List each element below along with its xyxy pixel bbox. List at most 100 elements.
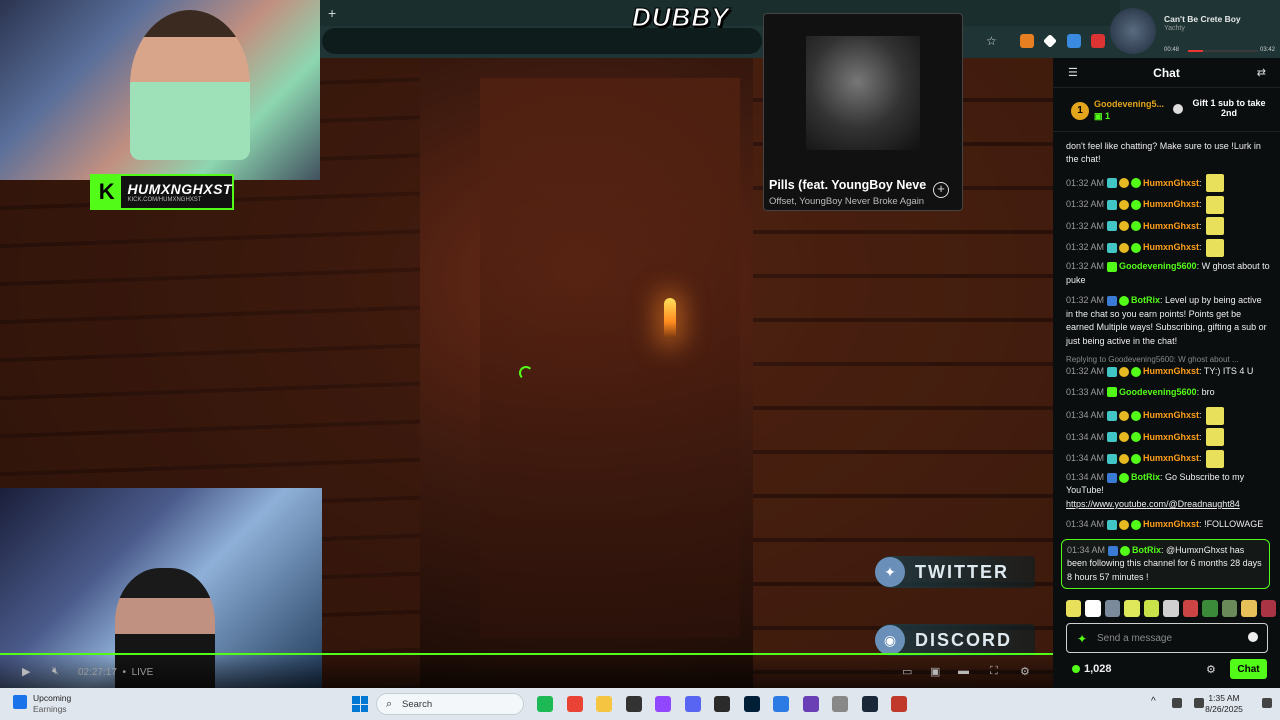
live-progress-bar[interactable] [0, 653, 1053, 655]
chat-message[interactable]: 01:32 AM HumxnGhxst: [1066, 195, 1270, 214]
message-link[interactable]: https://www.youtube.com/@Dreadnaught84 [1066, 499, 1240, 509]
quick-emote-icon[interactable] [1241, 600, 1257, 617]
message-username[interactable]: Goodevening5600 [1119, 261, 1197, 271]
gifter-badge-icon[interactable] [1107, 261, 1118, 272]
bookmark-star-icon[interactable]: ☆ [986, 34, 997, 48]
chat-message[interactable]: 01:34 AM HumxnGhxst: [1066, 449, 1270, 468]
verified-badge-icon[interactable] [1131, 453, 1142, 464]
mini-player-progress[interactable] [1188, 50, 1258, 52]
message-username[interactable]: Goodevening5600 [1119, 387, 1197, 397]
microphone-icon[interactable] [1172, 698, 1182, 708]
message-username[interactable]: HumxnGhxst [1143, 242, 1199, 252]
chat-message[interactable]: 01:32 AM Goodevening5600: W ghost about t… [1066, 260, 1270, 287]
chrome-app-icon[interactable] [566, 696, 583, 712]
founder-badge-icon[interactable] [1119, 366, 1130, 377]
subscriber-badge-icon[interactable] [1107, 432, 1118, 443]
reply-reference[interactable]: Replying to Goodevening5600: W ghost abo… [1066, 355, 1270, 364]
founder-badge-icon[interactable] [1119, 221, 1130, 232]
bot-badge-icon[interactable] [1107, 472, 1118, 483]
editor-app-icon[interactable] [773, 696, 789, 712]
chat-message[interactable]: 01:32 AM HumxnGhxst: TY:) ITS 4 U [1066, 365, 1270, 379]
chat-settings-icon[interactable]: ⚙ [1206, 663, 1216, 676]
quick-emote-icon[interactable] [1202, 600, 1218, 617]
play-icon[interactable]: ▶ [22, 665, 30, 678]
photoshop-app-icon[interactable] [743, 696, 760, 712]
message-username[interactable]: BotRix [1132, 545, 1161, 555]
message-username[interactable]: HumxnGhxst [1143, 199, 1199, 209]
quick-emote-icon[interactable] [1260, 600, 1276, 617]
founder-badge-icon[interactable] [1119, 199, 1130, 210]
message-username[interactable]: HumxnGhxst [1143, 221, 1199, 231]
chat-message[interactable]: 01:32 AM HumxnGhxst: [1066, 238, 1270, 257]
extension-icon[interactable] [1067, 34, 1081, 48]
message-username[interactable]: HumxnGhxst [1143, 453, 1199, 463]
message-username[interactable]: BotRix [1131, 472, 1160, 482]
quick-emote-icon[interactable] [1104, 600, 1121, 617]
verified-badge-icon[interactable] [1131, 410, 1142, 421]
verified-badge-icon[interactable] [1119, 472, 1130, 483]
bot-badge-icon[interactable] [1107, 295, 1118, 306]
chat-users-icon[interactable]: ⇄ [1257, 66, 1266, 79]
founder-badge-icon[interactable] [1119, 178, 1130, 189]
chat-message[interactable]: 01:32 AM BotRix: Level up by being active… [1066, 294, 1270, 348]
chat-message[interactable]: 01:33 AM Goodevening5600: bro [1066, 386, 1270, 400]
gift-leaderboard[interactable]: 1 Goodevening5... ▣ 1 Gift 1 sub to take… [1053, 88, 1280, 132]
chat-message[interactable]: 01:34 AM HumxnGhxst: [1066, 406, 1270, 425]
subscriber-badge-icon[interactable] [1107, 243, 1118, 253]
subscriber-badge-icon[interactable] [1107, 453, 1118, 464]
obs-app-icon[interactable] [625, 696, 642, 712]
extension-icon[interactable] [1043, 34, 1057, 48]
subscriber-badge-icon[interactable] [1107, 221, 1118, 232]
volume-mute-icon[interactable]: 🔇︎ [52, 665, 59, 678]
music-app-icon[interactable] [832, 696, 848, 712]
tool-app-icon[interactable] [891, 696, 907, 712]
verified-badge-icon[interactable] [1131, 243, 1142, 253]
subscriber-badge-icon[interactable] [1107, 199, 1118, 210]
message-username[interactable]: HumxnGhxst [1143, 432, 1199, 442]
founder-badge-icon[interactable] [1119, 520, 1130, 530]
chat-message[interactable]: 01:34 AM BotRix: @HumxnGhxst has been fol… [1061, 538, 1270, 590]
spotify-app-icon[interactable] [537, 696, 553, 712]
verified-badge-icon[interactable] [1119, 295, 1130, 306]
message-username[interactable]: HumxnGhxst [1143, 178, 1199, 188]
bot-badge-icon[interactable] [1108, 545, 1119, 556]
verified-badge-icon[interactable] [1120, 545, 1131, 556]
music-mini-player[interactable]: Can't Be Crete Boy Yachty 00:48 03:42 [1108, 6, 1280, 56]
chat-message-input[interactable] [1097, 630, 1237, 646]
emoji-picker-icon[interactable] [1248, 632, 1258, 642]
taskbar-clock[interactable]: 1:35 AM 8/26/2025 [1195, 693, 1253, 715]
founder-badge-icon[interactable] [1119, 410, 1130, 421]
theater-icon[interactable]: ▬ [958, 665, 969, 677]
verified-badge-icon[interactable] [1131, 520, 1142, 530]
verified-badge-icon[interactable] [1131, 432, 1142, 443]
verified-badge-icon[interactable] [1131, 221, 1142, 232]
fullscreen-icon[interactable]: ⛶ [990, 665, 998, 678]
send-chat-button[interactable]: Chat [1230, 659, 1267, 679]
message-username[interactable]: HumxnGhxst [1143, 410, 1199, 420]
subscriber-badge-icon[interactable] [1107, 178, 1118, 189]
chat-message[interactable]: 01:32 AM HumxnGhxst: [1066, 217, 1270, 236]
quick-emote-icon[interactable] [1124, 600, 1140, 617]
verified-badge-icon[interactable] [1131, 199, 1142, 210]
chat-message[interactable]: 01:32 AM HumxnGhxst: [1066, 174, 1270, 193]
discord-app-icon[interactable] [684, 696, 701, 712]
subscriber-badge-icon[interactable] [1107, 520, 1118, 530]
settings-gear-icon[interactable]: ⚙ [1020, 665, 1030, 678]
quick-emote-icon[interactable] [1163, 600, 1179, 617]
subscriber-badge-icon[interactable] [1107, 366, 1118, 377]
quick-emote-icon[interactable] [1143, 600, 1160, 617]
file-explorer-app-icon[interactable] [596, 696, 612, 712]
notification-bell-icon[interactable] [1262, 698, 1272, 708]
quick-emote-icon[interactable] [1221, 600, 1238, 617]
chat-message[interactable]: 01:34 AM HumxnGhxst: !FOLLOWAGE [1066, 518, 1270, 532]
chat-message[interactable]: 01:34 AM HumxnGhxst: [1066, 428, 1270, 447]
quick-emote-icon[interactable] [1066, 600, 1082, 617]
taskbar-search[interactable]: ⌕ Search [376, 693, 524, 715]
add-to-library-icon[interactable]: + [933, 182, 949, 198]
founder-badge-icon[interactable] [1119, 453, 1130, 464]
clip-icon[interactable]: ▣ [930, 665, 940, 678]
steam-app-icon[interactable] [861, 696, 878, 712]
quick-emote-icon[interactable] [1182, 600, 1199, 617]
verified-badge-icon[interactable] [1131, 366, 1142, 377]
extension-icon[interactable] [1091, 34, 1105, 48]
